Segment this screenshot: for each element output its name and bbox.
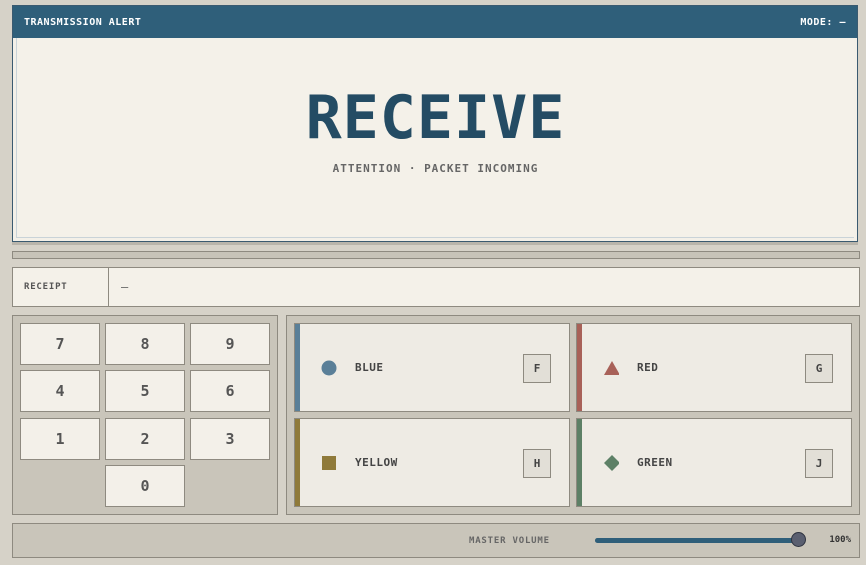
- hotkey-f: F: [523, 354, 551, 383]
- key-1[interactable]: 1: [20, 418, 100, 460]
- receipt-field: RECEIPT —: [12, 267, 860, 307]
- diamond-icon: [603, 454, 619, 471]
- green-label: GREEN: [637, 456, 673, 469]
- master-volume-bar: MASTER VOLUME 100%: [12, 523, 860, 558]
- color-buttons-panel: BLUE F RED G YELLOW H GREEN J: [286, 315, 860, 515]
- alert-header: TRANSMISSION ALERT MODE: —: [13, 6, 857, 38]
- red-label: RED: [637, 361, 659, 374]
- key-4[interactable]: 4: [20, 370, 100, 412]
- key-6[interactable]: 6: [190, 370, 270, 412]
- divider-bar: [12, 251, 860, 259]
- volume-label: MASTER VOLUME: [469, 536, 550, 546]
- yellow-label: YELLOW: [355, 456, 398, 469]
- triangle-icon: [603, 360, 619, 376]
- key-7[interactable]: 7: [20, 323, 100, 365]
- volume-value: 100%: [829, 535, 851, 545]
- keypad: 7 8 9 4 5 6 1 2 3 0: [12, 315, 278, 515]
- blue-stripe: [295, 324, 300, 411]
- red-stripe: [577, 324, 582, 411]
- volume-slider-handle[interactable]: [791, 532, 806, 547]
- yellow-button[interactable]: YELLOW H: [294, 418, 570, 507]
- alert-headline: RECEIVE: [305, 83, 566, 153]
- square-icon: [321, 455, 337, 471]
- circle-icon: [321, 360, 337, 376]
- alert-body: RECEIVE ATTENTION · PACKET INCOMING: [16, 38, 854, 238]
- key-5[interactable]: 5: [105, 370, 185, 412]
- hotkey-j: J: [805, 449, 833, 478]
- volume-fill: [595, 538, 799, 543]
- transmission-alert-panel: TRANSMISSION ALERT MODE: — RECEIVE ATTEN…: [12, 5, 858, 242]
- key-2[interactable]: 2: [105, 418, 185, 460]
- hotkey-g: G: [805, 354, 833, 383]
- yellow-stripe: [295, 419, 300, 506]
- key-8[interactable]: 8: [105, 323, 185, 365]
- receipt-label: RECEIPT: [13, 268, 109, 306]
- key-3[interactable]: 3: [190, 418, 270, 460]
- alert-subline: ATTENTION · PACKET INCOMING: [332, 162, 539, 175]
- hotkey-h: H: [523, 449, 551, 478]
- blue-label: BLUE: [355, 361, 384, 374]
- green-button[interactable]: GREEN J: [576, 418, 852, 507]
- key-0[interactable]: 0: [105, 465, 185, 507]
- red-button[interactable]: RED G: [576, 323, 852, 412]
- receipt-value: —: [121, 280, 129, 294]
- blue-button[interactable]: BLUE F: [294, 323, 570, 412]
- green-stripe: [577, 419, 582, 506]
- alert-title: TRANSMISSION ALERT: [24, 16, 142, 28]
- key-9[interactable]: 9: [190, 323, 270, 365]
- volume-slider[interactable]: [595, 532, 806, 547]
- mode-indicator: MODE: —: [800, 16, 846, 28]
